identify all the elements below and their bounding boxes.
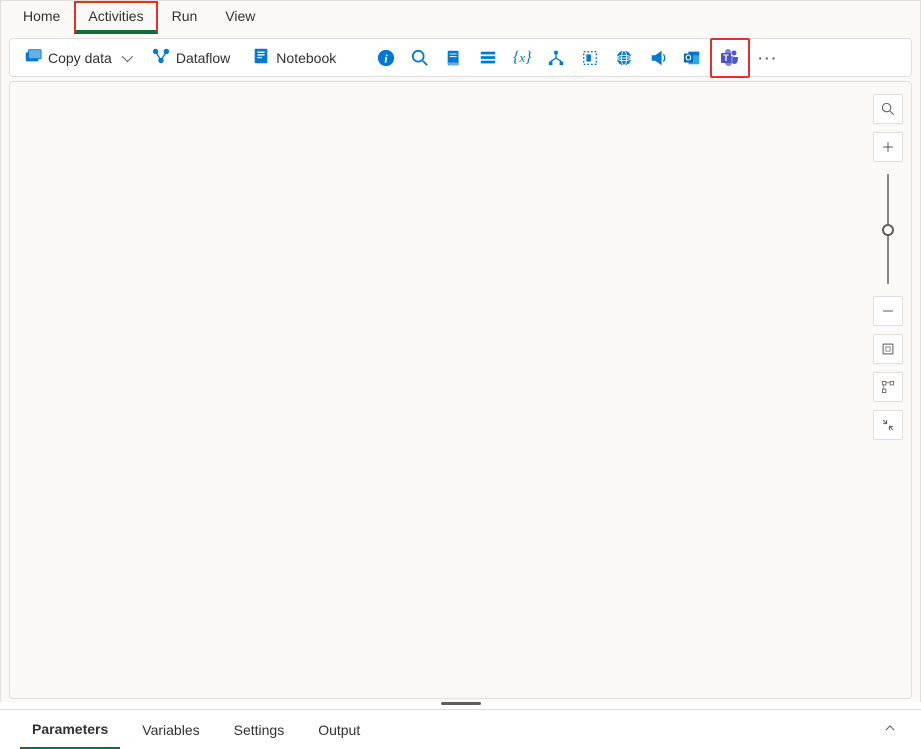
- web-button[interactable]: [608, 42, 640, 74]
- panel-resize-grip[interactable]: [441, 702, 481, 705]
- variable-icon: {x}: [513, 49, 532, 67]
- announcement-button[interactable]: [642, 42, 674, 74]
- more-icon: ···: [758, 50, 778, 66]
- minus-icon: [881, 304, 895, 318]
- svg-text:T: T: [723, 53, 729, 63]
- collapse-button[interactable]: [873, 410, 903, 440]
- svg-text:O: O: [685, 53, 691, 62]
- announcement-icon: [649, 49, 667, 67]
- outlook-icon: O: [683, 49, 701, 67]
- zoom-handle[interactable]: [882, 224, 894, 236]
- canvas-side-controls: [873, 94, 903, 440]
- branch-icon: [547, 49, 565, 67]
- info-icon: i: [377, 49, 395, 67]
- menu-run[interactable]: Run: [158, 1, 212, 34]
- teams-button[interactable]: T: [710, 38, 750, 78]
- tab-output[interactable]: Output: [306, 712, 372, 748]
- branch-button[interactable]: [540, 42, 572, 74]
- bottom-panel: Parameters Variables Settings Output: [0, 702, 921, 749]
- notebook-icon: [252, 47, 270, 68]
- zoom-slider[interactable]: [887, 174, 889, 284]
- activities-toolbar: Copy data Dataflow Notebook i {x}: [9, 38, 912, 77]
- layout-icon: [881, 380, 895, 394]
- menu-view[interactable]: View: [211, 1, 269, 34]
- auto-layout-button[interactable]: [873, 372, 903, 402]
- list-icon: [479, 49, 497, 67]
- zoom-in-button[interactable]: [873, 132, 903, 162]
- bottom-tabs: Parameters Variables Settings Output: [0, 709, 921, 749]
- copy-data-button[interactable]: Copy data: [14, 41, 140, 74]
- dataflow-button[interactable]: Dataflow: [142, 41, 240, 74]
- fit-icon: [881, 342, 895, 356]
- notebook-label: Notebook: [276, 50, 336, 66]
- tab-variables[interactable]: Variables: [130, 712, 211, 748]
- chevron-up-icon: [883, 721, 897, 735]
- panel-collapse-button[interactable]: [879, 717, 901, 742]
- list-button[interactable]: [472, 42, 504, 74]
- copy-data-icon: [24, 47, 42, 68]
- template-icon: [581, 49, 599, 67]
- notebook-button[interactable]: Notebook: [242, 41, 346, 74]
- fit-screen-button[interactable]: [873, 334, 903, 364]
- lookup-button[interactable]: [404, 42, 436, 74]
- outlook-button[interactable]: O: [676, 42, 708, 74]
- menu-bar: Home Activities Run View: [1, 1, 920, 34]
- tab-parameters[interactable]: Parameters: [20, 711, 120, 749]
- canvas-search-button[interactable]: [873, 94, 903, 124]
- dataflow-label: Dataflow: [176, 50, 230, 66]
- more-button[interactable]: ···: [752, 42, 784, 74]
- search-icon: [881, 102, 895, 116]
- menu-activities[interactable]: Activities: [74, 1, 157, 34]
- chevron-down-icon: [122, 50, 133, 61]
- teams-icon: T: [720, 48, 740, 68]
- tab-settings[interactable]: Settings: [222, 712, 297, 748]
- copy-data-label: Copy data: [48, 50, 112, 66]
- info-button[interactable]: i: [370, 42, 402, 74]
- script-button[interactable]: [438, 42, 470, 74]
- variable-button[interactable]: {x}: [506, 42, 538, 74]
- zoom-out-button[interactable]: [873, 296, 903, 326]
- script-icon: [445, 49, 463, 67]
- pipeline-canvas[interactable]: [9, 81, 912, 699]
- collapse-icon: [881, 418, 895, 432]
- dataflow-icon: [152, 47, 170, 68]
- template-button[interactable]: [574, 42, 606, 74]
- search-icon: [411, 49, 429, 67]
- web-icon: [615, 49, 633, 67]
- plus-icon: [881, 140, 895, 154]
- menu-home[interactable]: Home: [9, 1, 74, 34]
